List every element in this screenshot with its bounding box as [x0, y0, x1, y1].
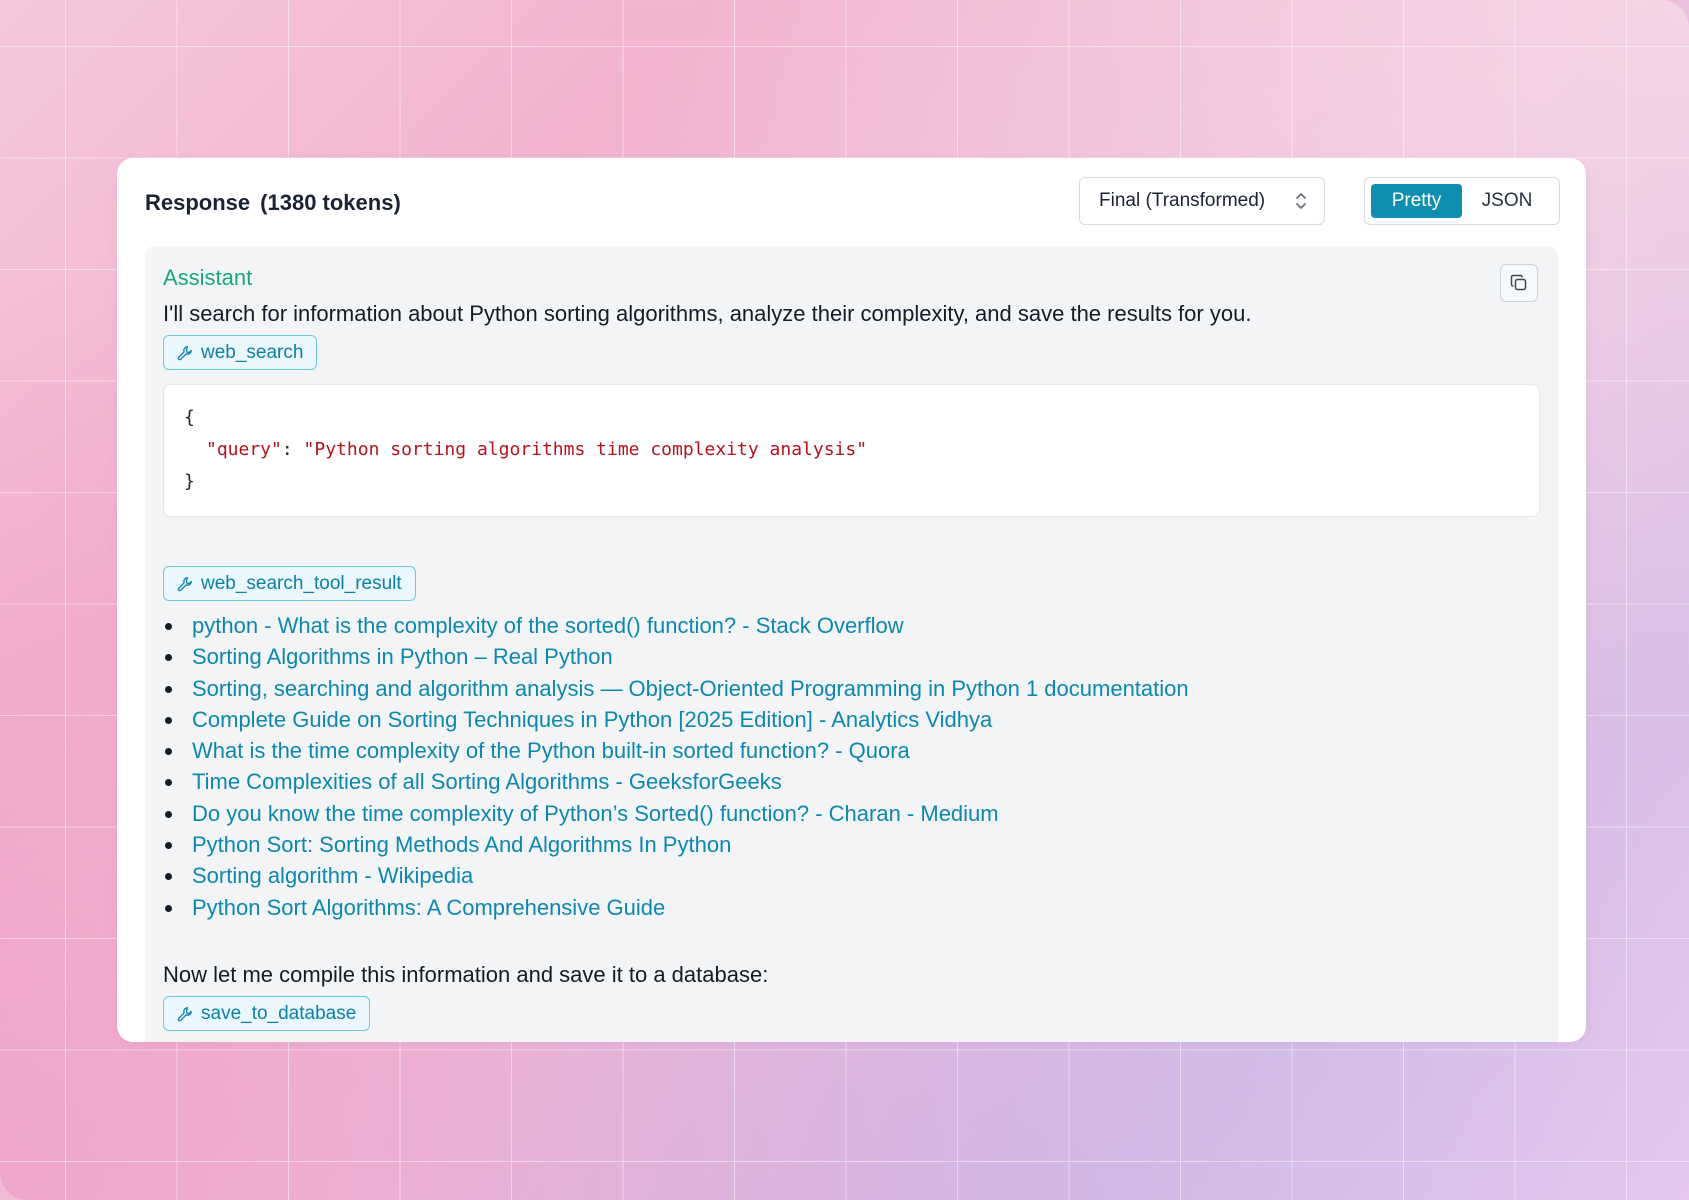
code-query-line: "query": "Python sorting algorithms time… [206, 439, 867, 460]
tool-call-arguments-code: { "query": "Python sorting algorithms ti… [163, 384, 1540, 517]
list-item: Do you know the time complexity of Pytho… [163, 798, 1189, 829]
list-item: What is the time complexity of the Pytho… [163, 735, 1189, 766]
result-link[interactable]: Time Complexities of all Sorting Algorit… [192, 769, 782, 794]
tool-call-chip-web-search[interactable]: web_search [163, 335, 318, 370]
result-link[interactable]: What is the time complexity of the Pytho… [192, 738, 910, 763]
code-open-brace: { [184, 407, 195, 428]
code-separator: : [281, 439, 304, 460]
bullet [165, 779, 172, 787]
result-link[interactable]: Sorting Algorithms in Python – Real Pyth… [192, 644, 613, 669]
page-background: Response (1380 tokens) Final (Transformed… [0, 0, 1689, 1200]
list-item: Sorting, searching and algorithm analysi… [163, 673, 1189, 704]
bullet [165, 685, 172, 693]
wrench-icon [177, 576, 192, 591]
second-tool-call-name: save_to_database [201, 1002, 357, 1024]
chevron-up-down-icon [1296, 193, 1306, 209]
token-count: (1380 tokens) [260, 190, 401, 215]
format-toggle: Pretty JSON [1364, 177, 1560, 225]
wrench-icon [177, 345, 192, 360]
message-content: Assistant I'll search for information ab… [145, 246, 1558, 1042]
bullet [165, 904, 172, 912]
wrench-icon [177, 1006, 192, 1021]
response-title: Response [145, 190, 251, 215]
result-link[interactable]: Do you know the time complexity of Pytho… [192, 801, 999, 826]
response-panel: Response (1380 tokens) Final (Transformed… [117, 158, 1586, 1042]
followup-text: Now let me compile this information and … [163, 962, 769, 987]
code-close-brace: } [184, 471, 195, 492]
panel-title: Response (1380 tokens) [145, 190, 401, 216]
result-link[interactable]: python - What is the complexity of the s… [192, 613, 904, 638]
role-label: Assistant [163, 265, 253, 290]
result-link[interactable]: Python Sort: Sorting Methods And Algorit… [192, 832, 731, 857]
list-item: python - What is the complexity of the s… [163, 610, 1189, 641]
view-select[interactable]: Final (Transformed) [1079, 177, 1325, 225]
bullet [165, 842, 172, 850]
list-item: Python Sort Algorithms: A Comprehensive … [163, 892, 1189, 923]
tool-result-chip-web-search[interactable]: web_search_tool_result [163, 566, 416, 601]
panel-header: Response (1380 tokens) Final (Transformed… [117, 158, 1586, 246]
result-link[interactable]: Sorting algorithm - Wikipedia [192, 863, 473, 888]
search-results-list: python - What is the complexity of the s… [163, 610, 1189, 923]
json-toggle-button[interactable]: JSON [1470, 184, 1544, 218]
bullet [165, 810, 172, 818]
copy-button[interactable] [1500, 264, 1538, 302]
tool-result-name: web_search_tool_result [201, 572, 402, 594]
bullet [165, 623, 172, 630]
bullet [165, 654, 172, 662]
pretty-toggle-button[interactable]: Pretty [1371, 184, 1462, 218]
result-link[interactable]: Python Sort Algorithms: A Comprehensive … [192, 895, 665, 920]
list-item: Python Sort: Sorting Methods And Algorit… [163, 829, 1189, 860]
bullet [165, 716, 172, 724]
list-item: Time Complexities of all Sorting Algorit… [163, 766, 1189, 797]
view-select-value: Final (Transformed) [1099, 190, 1266, 211]
list-item: Sorting algorithm - Wikipedia [163, 860, 1189, 891]
copy-icon [1510, 274, 1527, 291]
code-key: "query" [206, 439, 282, 460]
result-link[interactable]: Sorting, searching and algorithm analysi… [192, 676, 1189, 701]
tool-call-chip-save-to-database[interactable]: save_to_database [163, 996, 371, 1031]
code-value: "Python sorting algorithms time complexi… [303, 439, 868, 460]
result-link[interactable]: Complete Guide on Sorting Techniques in … [192, 707, 992, 732]
bullet [165, 748, 172, 756]
list-item: Complete Guide on Sorting Techniques in … [163, 704, 1189, 735]
tool-call-name: web_search [201, 341, 304, 363]
assistant-intro-text: I'll search for information about Python… [163, 301, 1252, 326]
bullet [165, 873, 172, 881]
list-item: Sorting Algorithms in Python – Real Pyth… [163, 641, 1189, 672]
